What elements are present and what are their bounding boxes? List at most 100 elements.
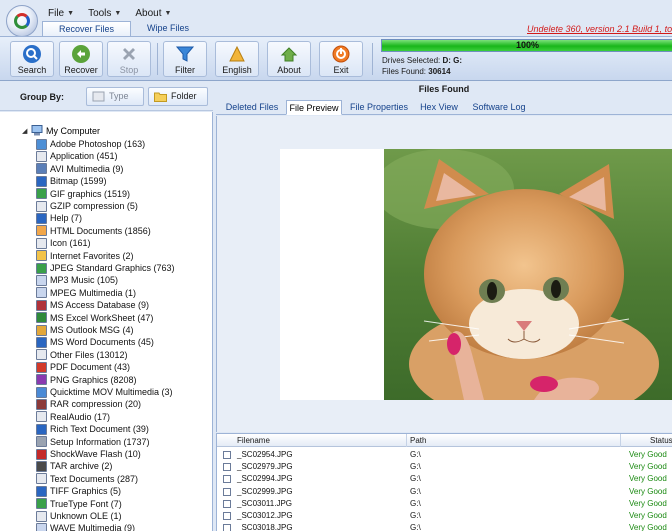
row-path: G:\ [410,450,421,459]
tree-item[interactable]: Unknown OLE (1) [36,510,122,522]
column-filename[interactable]: Filename [237,434,270,447]
tree-item[interactable]: Setup Information (1737) [36,436,150,448]
tree-item[interactable]: RAR compression (20) [36,398,141,410]
file-type-icon [36,374,47,386]
tree-item[interactable]: Icon (161) [36,237,91,249]
tree-item[interactable]: Quicktime MOV Multimedia (3) [36,386,173,398]
row-path: G:\ [410,498,421,508]
tree-item[interactable]: MPEG Multimedia (1) [36,287,136,299]
app-menu-orb[interactable] [6,5,38,37]
tree-item-label: Help (7) [50,213,83,224]
row-checkbox[interactable] [223,487,231,496]
tree-item[interactable]: Bitmap (1599) [36,175,107,187]
tree-item-label: MP3 Music (105) [50,275,119,286]
language-icon [229,45,245,62]
tree-item[interactable]: GIF graphics (1519) [36,188,130,200]
file-type-icon [36,262,47,274]
english-button[interactable]: English [215,41,259,77]
tree-item[interactable]: RealAudio (17) [36,411,110,423]
table-row[interactable]: _SC03011.JPG G:\ Very Good [217,498,672,510]
column-divider[interactable] [406,434,407,447]
ribbon-tab-wipe-files[interactable]: Wipe Files [131,21,205,36]
about-button[interactable]: About [267,41,311,77]
tree-item[interactable]: Help (7) [36,212,82,224]
tab-file-preview[interactable]: File Preview [286,100,342,115]
group-by-folder-button[interactable]: Folder [148,87,208,106]
tab-software-log[interactable]: Software Log [469,100,529,115]
table-row[interactable]: _SC03012.JPG G:\ Very Good [217,510,672,522]
tree-item[interactable]: PNG Graphics (8208) [36,374,137,386]
tree-item[interactable]: TrueType Font (7) [36,498,122,510]
tree-item-label: GZIP compression (5) [50,201,138,211]
expand-arrow-icon[interactable]: ◢ [22,127,28,135]
dropdown-arrow-icon: ▼ [67,9,75,17]
tree-item[interactable]: MS Outlook MSG (4) [36,324,134,336]
tree-item[interactable]: AVI Multimedia (9) [36,163,123,175]
tab-file-properties[interactable]: File Properties [345,100,413,115]
tree-item[interactable]: Application (451) [36,150,118,162]
file-type-icon [36,150,47,162]
tree-item[interactable]: MS Word Documents (45) [36,336,154,348]
file-type-icon [36,163,47,175]
menu-tools[interactable]: Tools ▼ [88,6,121,20]
column-status[interactable]: Status [650,434,672,447]
tree-item[interactable]: ShockWave Flash (10) [36,448,141,460]
menu-about[interactable]: About ▼ [135,6,171,20]
filter-button[interactable]: Filter [163,41,207,77]
tree-item[interactable]: WAVE Multimedia (9) [36,522,135,531]
tree-item[interactable]: MS Excel WorkSheet (47) [36,312,153,324]
column-divider[interactable] [620,434,621,447]
tree-item-label: MS Word Documents (45) [50,337,154,348]
tree-item[interactable]: Text Documents (287) [36,473,138,485]
tree-item[interactable]: Adobe Photoshop (163) [36,138,145,150]
row-checkbox[interactable] [223,512,231,520]
menu-file[interactable]: File ▼ [48,6,74,20]
tab-deleted-files[interactable]: Deleted Files [221,100,283,115]
tree-item-label: RealAudio (17) [50,411,111,422]
stop-button[interactable]: Stop [107,41,151,77]
row-checkbox[interactable] [223,451,231,459]
table-row[interactable]: _SC02994.JPG G:\ Very Good [217,473,672,485]
table-row[interactable]: _SC02999.JPG G:\ Very Good [217,486,672,498]
tree-item[interactable]: JPEG Standard Graphics (763) [36,262,175,274]
tree-item-label: PNG Graphics (8208) [50,374,137,385]
group-by-type-button[interactable]: Type [86,87,144,106]
tree-item[interactable]: MP3 Music (105) [36,274,118,286]
tree-root-my-computer[interactable]: ◢ My Computer [22,125,100,136]
tree-item[interactable]: TAR archive (2) [36,460,112,472]
column-path[interactable]: Path [410,434,426,447]
row-checkbox[interactable] [223,524,231,531]
tree-item[interactable]: TIFF Graphics (5) [36,485,121,497]
ribbon-separator [372,43,373,75]
tree-item[interactable]: GZIP compression (5) [36,200,138,212]
dropdown-arrow-icon: ▼ [114,9,122,17]
tree-item[interactable]: Other Files (13012) [36,349,128,361]
search-button[interactable]: Search [10,41,54,77]
preview-blank-area [280,149,384,400]
table-row[interactable]: _SC03018.JPG G:\ Very Good [217,522,672,531]
tree-item[interactable]: PDF Document (43) [36,361,130,373]
row-checkbox[interactable] [223,499,231,508]
recover-button[interactable]: Recover [59,41,103,77]
row-checkbox[interactable] [223,475,231,484]
ribbon-tab-recover-files[interactable]: Recover Files [42,21,132,36]
files-found-line: Files Found: 30614 [382,67,451,76]
about-icon [280,47,298,62]
row-path: G:\ [410,486,421,496]
exit-button[interactable]: Exit [319,41,363,77]
file-type-icon [36,287,47,299]
tree-item[interactable]: Rich Text Document (39) [36,423,149,435]
tree-item-label: MPEG Multimedia (1) [50,287,137,298]
row-checkbox[interactable] [223,463,231,472]
tree-item-label: Quicktime MOV Multimedia (3) [50,387,173,397]
version-link[interactable]: Undelete 360, version 2.1 Build 1, total… [527,24,672,34]
file-type-icon [36,473,47,485]
table-row[interactable]: _SC02979.JPG G:\ Very Good [217,461,672,473]
scan-progress-bar: 100% [381,39,672,52]
tab-hex-view[interactable]: Hex View [416,100,462,115]
table-row[interactable]: _SC02954.JPG G:\ Very Good [217,449,672,461]
tree-item[interactable]: Internet Favorites (2) [36,250,134,262]
tree-item[interactable]: HTML Documents (1856) [36,225,151,237]
tree-item[interactable]: MS Access Database (9) [36,299,149,311]
files-found-title: Files Found [418,84,470,94]
